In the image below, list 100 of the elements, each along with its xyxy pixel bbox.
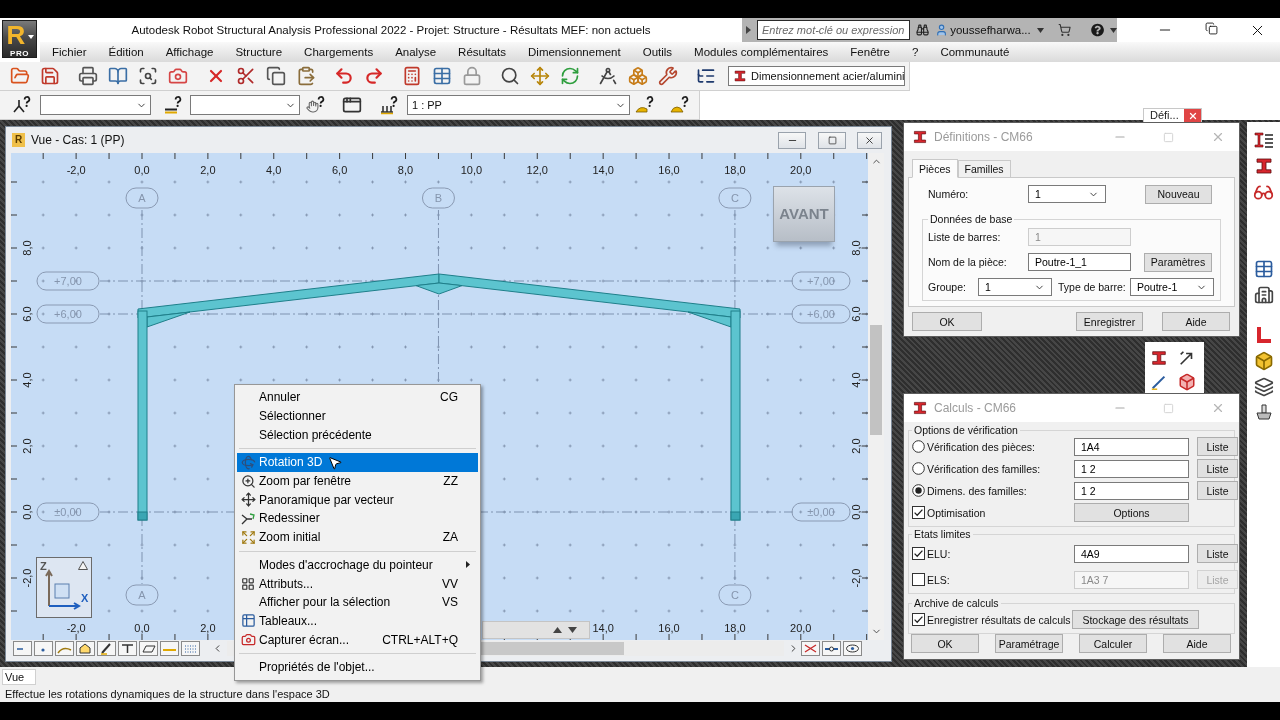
dash-icon[interactable] <box>13 641 32 656</box>
text-field[interactable]: 1 2 <box>1074 459 1189 478</box>
scrollbar-thumb[interactable] <box>870 325 882 435</box>
menu-item[interactable]: ? <box>912 46 919 58</box>
camera-icon[interactable] <box>168 66 188 86</box>
cross-icon[interactable] <box>801 641 820 656</box>
menu-item[interactable]: Panoramique par vecteur <box>237 490 478 510</box>
node-dropdown[interactable] <box>40 95 151 115</box>
t-shape-icon[interactable] <box>118 641 137 656</box>
slanted-line-icon[interactable] <box>1150 373 1168 391</box>
slash-icon[interactable] <box>97 641 116 656</box>
layers-icon[interactable] <box>1253 377 1274 397</box>
user-name[interactable]: youssefharwa... <box>950 24 1031 36</box>
stamp-icon[interactable] <box>1253 403 1274 423</box>
grid-dots-icon[interactable] <box>181 641 200 656</box>
close-button[interactable] <box>857 131 882 149</box>
box-icon[interactable] <box>1178 373 1196 391</box>
text-field[interactable]: 1 2 <box>1074 481 1189 500</box>
menu-item[interactable]: Modules complémentaires <box>694 46 829 58</box>
caret-icon[interactable] <box>1036 27 1044 33</box>
menu-item[interactable]: Attributs... VV <box>237 574 478 593</box>
text-field[interactable]: 4A9 <box>1074 544 1189 563</box>
checkbox[interactable] <box>912 613 925 626</box>
menu-item[interactable]: Édition <box>108 46 144 58</box>
help-icon[interactable] <box>1090 22 1104 38</box>
hand-question-icon[interactable] <box>306 95 326 115</box>
printer-icon[interactable] <box>78 66 98 86</box>
restore-icon[interactable] <box>1204 21 1218 35</box>
parameters-button[interactable]: Paramètres <box>1144 252 1212 272</box>
search-field[interactable]: Entrez mot-clé ou expression <box>757 20 910 40</box>
list-button[interactable]: Liste <box>1197 481 1238 500</box>
app-menu-button[interactable]: R PRO <box>2 20 37 58</box>
new-button[interactable]: Nouveau <box>1145 184 1212 204</box>
vertical-scrollbar[interactable] <box>868 153 884 640</box>
parallelogram-icon[interactable] <box>139 641 158 656</box>
table-icon[interactable] <box>432 66 452 86</box>
results-storage-button[interactable]: Stockage des résultats <box>1072 610 1199 629</box>
menu-item[interactable]: Afficher pour la sélection VS <box>237 592 478 612</box>
menu-item[interactable]: Rotation 3D <box>237 453 478 472</box>
radio-button[interactable] <box>912 462 925 475</box>
docked-window-tab[interactable]: Défi... <box>1143 108 1202 122</box>
magnifier-icon[interactable] <box>500 66 520 86</box>
menu-item[interactable]: Structure <box>235 46 283 58</box>
dialog-button[interactable]: Calculer <box>1079 634 1147 653</box>
dialog-button[interactable]: Aide <box>1163 634 1231 653</box>
menu-item[interactable]: Dimensionnement <box>528 46 621 58</box>
view-name-field[interactable]: Vue <box>2 669 36 685</box>
menu-item[interactable]: Propriétés de l'objet... <box>237 657 478 677</box>
bar-question-icon[interactable] <box>163 95 183 115</box>
caret-icon[interactable] <box>1110 27 1117 33</box>
menu-item[interactable]: Redessiner <box>237 509 478 528</box>
user-icon[interactable] <box>935 22 949 38</box>
scissors-icon[interactable] <box>236 66 256 86</box>
menu-item[interactable]: Résultats <box>458 46 506 58</box>
checkbox[interactable] <box>912 547 925 560</box>
group-dropdown[interactable]: 1 <box>978 278 1052 296</box>
house-icon[interactable] <box>76 641 95 656</box>
load-case-dropdown[interactable]: 1 : PP <box>407 95 630 115</box>
binoculars-icon[interactable] <box>916 22 930 38</box>
menu-item[interactable]: Capturer écran... CTRL+ALT+Q <box>237 630 478 649</box>
down-arrow-icon[interactable] <box>568 627 577 633</box>
checkbox[interactable] <box>912 506 925 519</box>
close-button[interactable] <box>1184 109 1201 122</box>
tab[interactable]: Familles <box>957 160 1011 177</box>
menu-item[interactable]: Fenêtre <box>850 46 890 58</box>
window-icon[interactable] <box>342 95 362 115</box>
wrench-icon[interactable] <box>658 66 678 86</box>
calculator-icon[interactable] <box>402 66 422 86</box>
refresh-icon[interactable] <box>560 66 580 86</box>
dialog-button[interactable]: OK <box>911 634 979 653</box>
menu-item[interactable]: Tableaux... <box>237 611 478 631</box>
expand-arrow-icon[interactable] <box>746 26 751 34</box>
menu-item[interactable]: Modes d'accrochage du pointeur <box>237 555 478 575</box>
options-button[interactable]: Options <box>1074 503 1189 522</box>
menu-item[interactable]: Outils <box>642 46 673 58</box>
arc-icon[interactable] <box>55 641 74 656</box>
copy-icon[interactable] <box>266 66 286 86</box>
i-beam-icon[interactable] <box>1150 349 1168 367</box>
drafting-compass-icon[interactable] <box>598 66 618 86</box>
up-arrow-icon[interactable] <box>553 627 562 633</box>
list-button[interactable]: Liste <box>1197 544 1238 563</box>
bar-dropdown[interactable] <box>190 95 300 115</box>
spin-control[interactable] <box>482 621 590 639</box>
clipboard-icon[interactable] <box>296 66 316 86</box>
curved-right-arrow-icon[interactable] <box>364 66 384 86</box>
open-folder-icon[interactable] <box>10 66 30 86</box>
dialog-button[interactable]: Aide <box>1162 312 1230 331</box>
menu-item[interactable]: Sélection précédente <box>237 425 478 445</box>
i-beam-icon[interactable] <box>1253 156 1274 176</box>
list-button[interactable]: Liste <box>1197 459 1238 478</box>
table-icon[interactable] <box>1253 259 1274 279</box>
boxes-icon[interactable] <box>628 66 648 86</box>
curved-left-arrow-icon[interactable] <box>334 66 354 86</box>
name-field[interactable]: Poutre-1_1 <box>1028 253 1131 271</box>
text-field[interactable]: 1A4 <box>1074 437 1189 456</box>
maximize-button[interactable] <box>818 131 846 149</box>
triangle-up-icon[interactable] <box>78 561 88 570</box>
beam-list-icon[interactable] <box>1253 130 1274 150</box>
dialog-button[interactable]: Paramétrage <box>995 634 1063 653</box>
dome-question-icon[interactable] <box>635 95 655 115</box>
